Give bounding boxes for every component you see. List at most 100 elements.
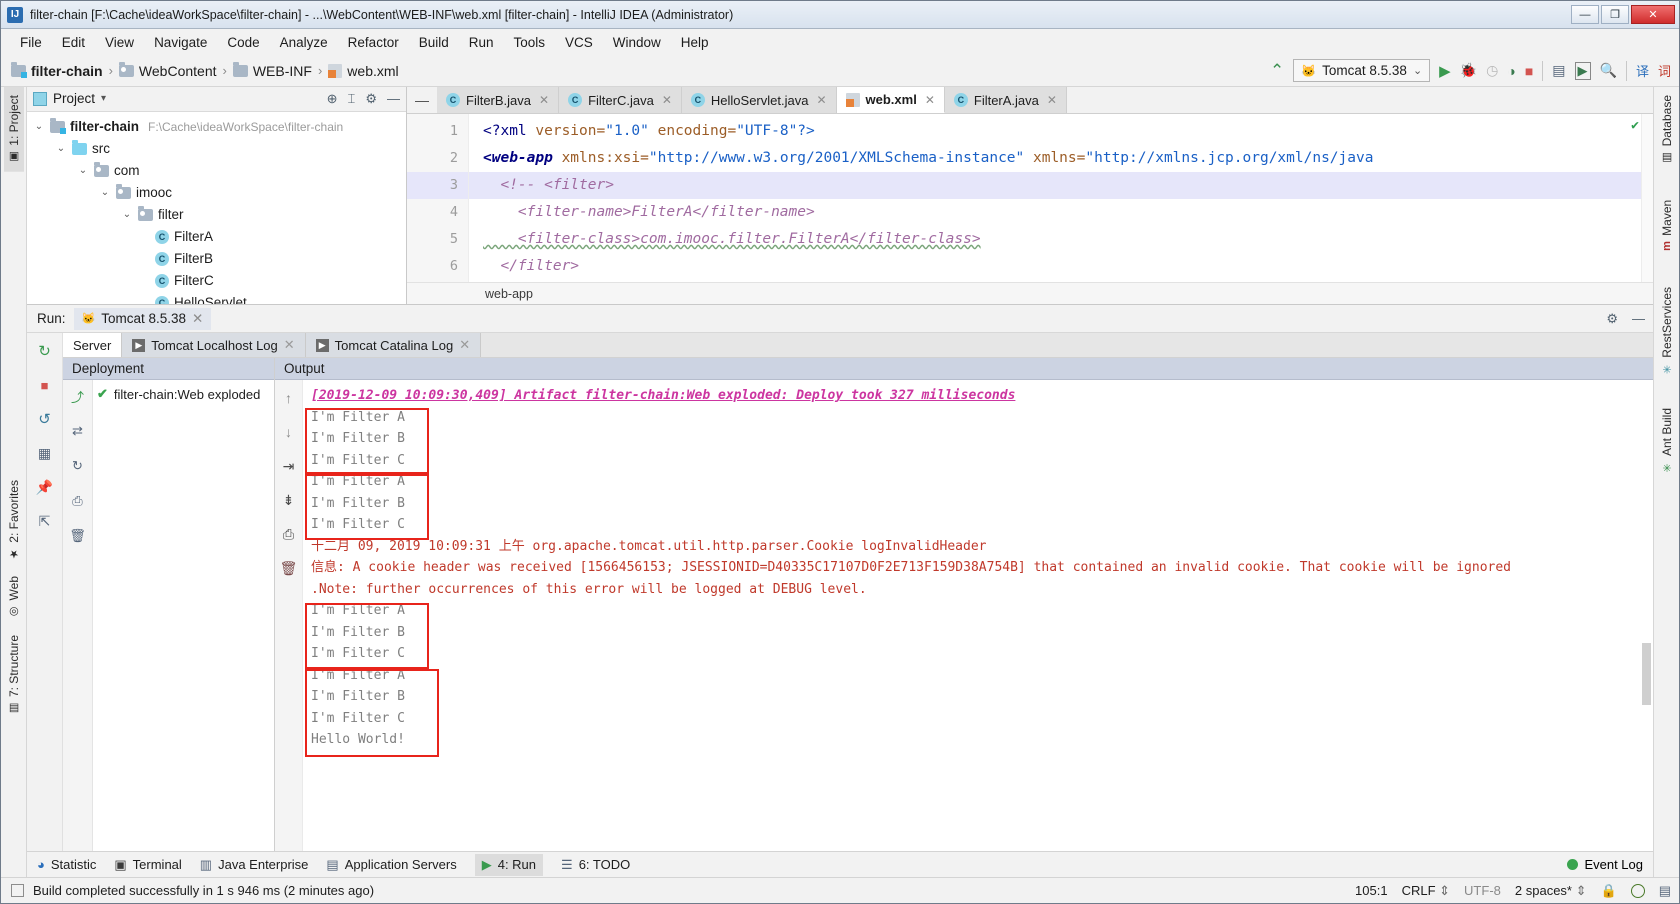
chevron-down-icon[interactable]: ⌄ [99,187,111,198]
pin-icon[interactable]: 📌 [35,477,55,497]
bottom-tab-java-enterprise[interactable]: ▥ Java Enterprise [200,857,309,873]
tab-tomcat-catalina-log[interactable]: ▶ Tomcat Catalina Log ✕ [305,333,482,357]
breadcrumb-item-webxml[interactable]: web.xml [328,63,399,79]
close-icon[interactable]: ✕ [925,93,935,107]
minimize-button[interactable]: — [1571,5,1599,24]
tree-node-filtera[interactable]: C FilterA [33,226,406,248]
sidebar-item-structure[interactable]: ▤ 7: Structure [4,627,24,723]
chevron-down-icon[interactable]: ⌄ [121,209,133,220]
hide-icon[interactable]: — [387,91,400,106]
close-icon[interactable]: ✕ [816,93,826,107]
tree-node-com[interactable]: ⌄ com [33,160,406,182]
breadcrumb-item-webcontent[interactable]: WebContent [118,61,217,79]
sidebar-item-ant-build[interactable]: ✳ Ant Build [1657,400,1677,482]
indent-setting[interactable]: 2 spaces* ⇕ [1515,883,1587,899]
memory-icon[interactable]: ▤ [1659,883,1671,899]
inspection-icon[interactable] [1630,883,1645,898]
collapse-all-icon[interactable]: ⌶ [348,91,356,107]
menu-view[interactable]: View [96,32,143,53]
sidebar-item-restservices[interactable]: ✳ RestServices [1657,279,1677,384]
bottom-tab-application-servers[interactable]: ▤ Application Servers [326,857,456,873]
clear-all-icon[interactable]: 🗑 [279,558,299,578]
file-encoding[interactable]: UTF-8 [1464,883,1501,898]
code-editor[interactable]: 1 2 3 4 5 6 <?xml version="1.0" encoding… [407,114,1653,282]
sidebar-item-database[interactable]: ▤ Database [1657,87,1677,172]
console-scrollbar[interactable] [1642,386,1651,829]
editor-scrollbar[interactable] [1641,114,1653,282]
tree-node-filter-chain[interactable]: ⌄ filter-chain F:\Cache\ideaWorkSpace\fi… [33,116,406,138]
sidebar-item-maven[interactable]: m Maven [1657,192,1677,259]
deploy-icon[interactable]: ⤴ [68,386,88,406]
translate-settings-button[interactable]: 词 [1658,61,1671,80]
chevron-down-icon[interactable]: ▾ [101,93,106,104]
console-output[interactable]: [2019-12-09 10:09:30,409] Artifact filte… [303,380,1653,851]
sidebar-item-web[interactable]: ◎ Web [4,568,24,626]
refresh-icon[interactable]: ↻ [68,456,88,476]
caret-position[interactable]: 105:1 [1355,883,1388,898]
code-content[interactable]: <?xml version="1.0" encoding="UTF-8"?> <… [469,114,1653,282]
menu-code[interactable]: Code [218,32,268,53]
deployment-row[interactable]: ✔ filter-chain:Web exploded [97,384,274,404]
line-separator[interactable]: CRLF ⇕ [1402,883,1450,899]
export-icon[interactable]: ⇱ [35,511,55,531]
stop-button[interactable]: ■ [1525,63,1533,79]
event-log-button[interactable]: Event Log [1567,857,1643,872]
tab-server[interactable]: Server [63,333,123,357]
locate-icon[interactable]: ⊕ [327,91,338,107]
tree-node-filterc[interactable]: C FilterC [33,270,406,292]
scroll-down-icon[interactable]: ↓ [279,422,299,442]
menu-file[interactable]: File [11,32,51,53]
print-icon[interactable]: ⎙ [279,524,299,544]
menu-refactor[interactable]: Refactor [339,32,408,53]
thread-dump-icon[interactable]: ▦ [35,443,55,463]
close-icon[interactable]: ✕ [284,337,295,353]
menu-window[interactable]: Window [604,32,670,53]
settings-gear-icon[interactable]: ⚙ [1606,311,1618,327]
bottom-tab-statistic[interactable]: ◕ Statistic [37,857,96,872]
editor-bottom-breadcrumb[interactable]: web-app [407,282,1653,304]
print-icon[interactable]: ⎙ [68,491,88,511]
run-configuration-selector[interactable]: 🐱 Tomcat 8.5.38 ⌄ [1293,59,1431,82]
project-structure-button[interactable]: ▤ [1552,62,1565,79]
menu-analyze[interactable]: Analyze [271,32,337,53]
tree-node-filterb[interactable]: C FilterB [33,248,406,270]
tree-node-filter[interactable]: ⌄ filter [33,204,406,226]
menu-help[interactable]: Help [672,32,718,53]
run-profiler-button[interactable]: ◑ [1507,63,1515,79]
close-icon[interactable]: ✕ [459,337,470,353]
restart-icon[interactable]: ↺ [35,409,55,429]
sidebar-item-project[interactable]: ▣ 1: Project [3,87,24,172]
menu-build[interactable]: Build [410,32,458,53]
close-icon[interactable]: ✕ [192,311,203,327]
debug-button[interactable]: 🐞 [1460,62,1477,79]
inspection-status-icon[interactable]: ✔ [1631,118,1639,133]
rerun-icon[interactable]: ↻ [35,341,55,361]
close-icon[interactable]: ✕ [539,93,549,107]
tab-filtera-java[interactable]: C FilterA.java ✕ [944,87,1067,113]
run-with-coverage-button[interactable]: ◷ [1486,62,1498,79]
menu-vcs[interactable]: VCS [556,32,602,53]
console-scroll-thumb[interactable] [1642,642,1651,705]
translate-button[interactable]: 译 [1636,61,1649,80]
bottom-tab-run[interactable]: ▶ 4: Run [474,853,544,876]
menu-navigate[interactable]: Navigate [145,32,216,53]
tab-filterb-java[interactable]: C FilterB.java ✕ [437,87,560,113]
tree-node-helloservlet[interactable]: C HelloServlet [33,292,406,304]
chevron-down-icon[interactable]: ⌄ [55,143,67,154]
lock-icon[interactable]: 🔒 [1601,883,1617,899]
stop-icon[interactable]: ■ [35,375,55,395]
hammer-icon[interactable]: ⌃ [1270,61,1284,81]
menu-tools[interactable]: Tools [505,32,555,53]
breadcrumb-item-project[interactable]: filter-chain [11,61,103,79]
close-icon[interactable]: ✕ [662,93,672,107]
bottom-tab-terminal[interactable]: ▣ Terminal [114,857,181,873]
soft-wrap-icon[interactable]: ⇥ [279,456,299,476]
update-app-button[interactable]: ▶ [1574,61,1591,80]
menu-run[interactable]: Run [460,32,503,53]
run-session-tab[interactable]: 🐱 Tomcat 8.5.38 ✕ [73,307,212,330]
sidebar-item-favorites[interactable]: ★ 2: Favorites [4,472,24,569]
redeploy-icon[interactable]: ⇄ [68,421,88,441]
bottom-tab-todo[interactable]: ☰ 6: TODO [561,857,630,873]
run-button[interactable]: ▶ [1439,62,1451,80]
close-button[interactable]: ✕ [1631,5,1675,24]
